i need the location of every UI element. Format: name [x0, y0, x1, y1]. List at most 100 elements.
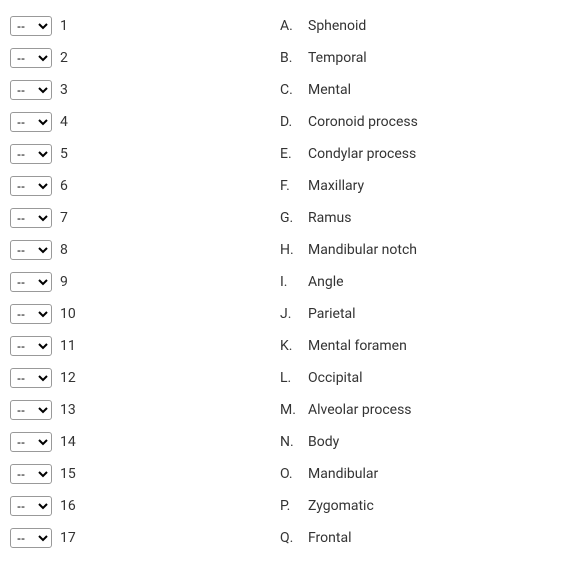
match-select-6[interactable]: --: [10, 176, 52, 196]
term-row-c: C.Mental: [280, 74, 552, 106]
term-letter: B.: [280, 50, 300, 66]
match-number-label: 16: [60, 498, 76, 514]
match-row-3: -- 3: [10, 74, 270, 106]
match-select-15[interactable]: --: [10, 464, 52, 484]
match-row-16: -- 16: [10, 490, 270, 522]
match-row-4: -- 4: [10, 106, 270, 138]
term-row-l: L. Occipital: [280, 362, 552, 394]
match-number-label: 12: [60, 370, 76, 386]
match-select-5[interactable]: --: [10, 144, 52, 164]
term-row-m: M. Alveolar process: [280, 394, 552, 426]
term-label: Occipital: [306, 370, 363, 386]
term-letter: P.: [280, 498, 300, 514]
match-number-label: 13: [60, 402, 76, 418]
term-letter: N.: [280, 434, 300, 450]
term-label: Parietal: [306, 306, 356, 322]
term-label: Condylar process: [306, 146, 416, 162]
term-letter: C.: [280, 82, 300, 98]
term-letter: D.: [280, 114, 300, 130]
term-letter: O.: [280, 466, 300, 482]
match-select-13[interactable]: --: [10, 400, 52, 420]
match-number-label: 11: [60, 338, 76, 354]
term-letter: H.: [280, 242, 300, 258]
match-number-label: 4: [60, 114, 68, 130]
term-label: Maxillary: [306, 178, 364, 194]
match-select-2[interactable]: --: [10, 48, 52, 68]
term-label: Mandibular: [306, 466, 378, 482]
match-select-10[interactable]: --: [10, 304, 52, 324]
match-row-5: -- 5: [10, 138, 270, 170]
term-letter: E.: [280, 146, 300, 162]
term-row-a: A. Sphenoid: [280, 10, 552, 42]
match-select-12[interactable]: --: [10, 368, 52, 388]
match-select-14[interactable]: --: [10, 432, 52, 452]
match-number-label: 2: [60, 50, 68, 66]
term-row-e: E. Condylar process: [280, 138, 552, 170]
match-select-7[interactable]: --: [10, 208, 52, 228]
term-letter: Q.: [280, 530, 300, 546]
term-letter: F.: [280, 178, 300, 194]
match-number-label: 6: [60, 178, 68, 194]
match-number-label: 5: [60, 146, 68, 162]
match-select-9[interactable]: --: [10, 272, 52, 292]
term-letter: I.: [280, 274, 300, 290]
term-row-o: O. Mandibular: [280, 458, 552, 490]
term-row-h: H. Mandibular notch: [280, 234, 552, 266]
term-row-d: D. Coronoid process: [280, 106, 552, 138]
match-row-6: -- 6: [10, 170, 270, 202]
term-letter: J.: [280, 306, 300, 322]
match-row-12: -- 12: [10, 362, 270, 394]
term-label: Zygomatic: [306, 498, 374, 514]
term-label: Angle: [306, 274, 344, 290]
match-select-4[interactable]: --: [10, 112, 52, 132]
match-select-16[interactable]: --: [10, 496, 52, 516]
match-select-1[interactable]: --: [10, 16, 52, 36]
term-row-n: N. Body: [280, 426, 552, 458]
left-column: --1--2--3--4--5--6--7--8--9--10--11--12-…: [10, 10, 270, 554]
term-label: Mental foramen: [306, 338, 407, 354]
term-letter: M.: [280, 402, 300, 418]
match-row-7: --7: [10, 202, 270, 234]
term-label: Mandibular notch: [306, 242, 417, 258]
match-number-label: 8: [60, 242, 68, 258]
matching-container: --1--2--3--4--5--6--7--8--9--10--11--12-…: [10, 10, 552, 554]
match-number-label: 10: [60, 306, 76, 322]
match-row-2: -- 2: [10, 42, 270, 74]
term-row-b: B.Temporal: [280, 42, 552, 74]
term-label: Coronoid process: [306, 114, 418, 130]
match-row-9: -- 9: [10, 266, 270, 298]
term-row-q: Q. Frontal: [280, 522, 552, 554]
match-number-label: 15: [60, 466, 76, 482]
term-label: Ramus: [306, 210, 351, 226]
term-letter: K.: [280, 338, 300, 354]
match-row-14: --14: [10, 426, 270, 458]
term-letter: A.: [280, 18, 300, 34]
match-select-17[interactable]: --: [10, 528, 52, 548]
match-select-3[interactable]: --: [10, 80, 52, 100]
term-row-p: P. Zygomatic: [280, 490, 552, 522]
match-row-17: -- 17: [10, 522, 270, 554]
match-row-10: -- 10: [10, 298, 270, 330]
match-row-11: -- 11: [10, 330, 270, 362]
term-label: Sphenoid: [306, 18, 366, 34]
match-number-label: 1: [60, 18, 68, 34]
term-row-g: G. Ramus: [280, 202, 552, 234]
match-row-1: -- 1: [10, 10, 270, 42]
term-letter: L.: [280, 370, 300, 386]
term-label: Alveolar process: [306, 402, 412, 418]
match-row-13: -- 13: [10, 394, 270, 426]
match-row-15: -- 15: [10, 458, 270, 490]
term-row-i: I. Angle: [280, 266, 552, 298]
term-label: Frontal: [306, 530, 351, 546]
match-select-8[interactable]: --: [10, 240, 52, 260]
term-row-k: K. Mental foramen: [280, 330, 552, 362]
match-select-11[interactable]: --: [10, 336, 52, 356]
term-row-j: J. Parietal: [280, 298, 552, 330]
term-row-f: F. Maxillary: [280, 170, 552, 202]
match-number-label: 17: [60, 530, 76, 546]
match-number-label: 3: [60, 82, 68, 98]
term-label: Body: [306, 434, 339, 450]
match-number-label: 9: [60, 274, 68, 290]
right-column: A. Sphenoid B.TemporalC.Mental D. Coronoid p…: [280, 10, 552, 554]
term-letter: G.: [280, 210, 300, 226]
